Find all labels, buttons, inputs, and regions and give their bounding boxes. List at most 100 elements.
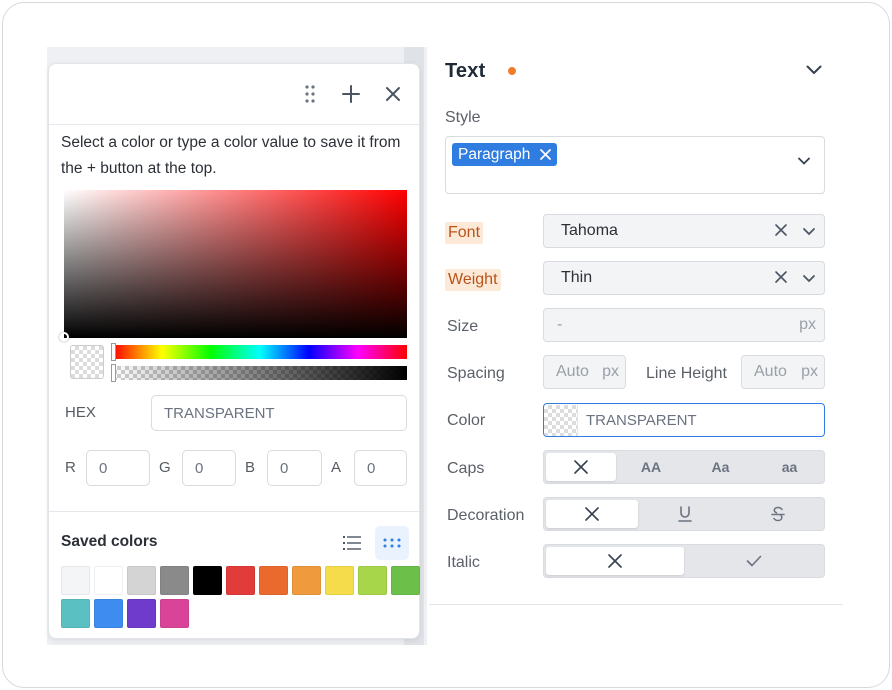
spacing-label: Spacing <box>447 365 505 382</box>
font-chevron-icon[interactable] <box>802 224 816 238</box>
saturation-value-area[interactable] <box>64 190 407 338</box>
weight-chevron-icon[interactable] <box>802 271 816 285</box>
italic-toggle-group <box>543 544 825 578</box>
size-unit: px <box>799 316 816 333</box>
hex-label: HEX <box>65 404 96 421</box>
alpha-slider[interactable] <box>113 366 407 380</box>
saved-color-swatch[interactable] <box>193 566 222 595</box>
collapse-chevron-icon[interactable] <box>803 59 825 81</box>
weight-clear-icon[interactable] <box>774 270 788 284</box>
saturation-handle[interactable] <box>59 332 69 342</box>
modified-indicator <box>508 67 516 75</box>
a-input[interactable]: 0 <box>354 450 407 486</box>
size-label: Size <box>447 318 479 335</box>
saved-color-swatch[interactable] <box>358 566 387 595</box>
g-input[interactable]: 0 <box>182 450 236 486</box>
color-swatch-transparent <box>544 404 578 436</box>
saved-color-swatch[interactable] <box>391 566 420 595</box>
decoration-none-button[interactable] <box>546 500 638 528</box>
underline-button[interactable] <box>638 500 731 528</box>
line-height-unit: px <box>801 363 818 380</box>
style-label: Style <box>445 109 481 126</box>
size-placeholder: - <box>557 316 563 333</box>
style-multiselect[interactable]: Paragraph <box>445 136 825 194</box>
saved-divider <box>49 511 419 512</box>
weight-label: Weight <box>445 269 501 291</box>
b-input[interactable]: 0 <box>267 450 322 486</box>
saved-color-swatch[interactable] <box>226 566 255 595</box>
saved-color-swatch[interactable] <box>127 566 156 595</box>
caps-lowercase-button[interactable]: aa <box>755 453 824 481</box>
saved-color-swatch[interactable] <box>127 599 156 628</box>
saved-color-swatch[interactable] <box>61 566 90 595</box>
spacing-input[interactable]: Auto px <box>543 355 626 389</box>
line-height-label: Line Height <box>646 365 727 382</box>
strikethrough-button[interactable] <box>731 500 824 528</box>
underline-icon <box>677 506 692 522</box>
italic-off-button[interactable] <box>546 547 684 575</box>
italic-on-button[interactable] <box>684 547 824 575</box>
caps-capitalize-button[interactable]: Aa <box>686 453 755 481</box>
grid-view-icon[interactable] <box>375 526 409 560</box>
none-x-icon <box>574 460 588 474</box>
saved-color-swatch[interactable] <box>160 566 189 595</box>
panel-title: Text <box>445 60 486 82</box>
none-x-icon <box>585 507 599 521</box>
text-settings-panel: Text Style Paragraph Font Tahoma Weight … <box>429 47 843 605</box>
weight-value: Thin <box>561 269 593 286</box>
saved-colors-title: Saved colors <box>61 533 158 550</box>
caps-none-button[interactable] <box>546 453 616 481</box>
saved-color-swatch[interactable] <box>160 599 189 628</box>
line-height-input[interactable]: Auto px <box>741 355 825 389</box>
color-picker-popup: Select a color or type a color value to … <box>48 63 420 639</box>
b-label: B <box>245 459 256 476</box>
style-dropdown-chevron-icon[interactable] <box>798 157 810 165</box>
decoration-toggle-group <box>543 497 825 531</box>
color-input[interactable]: TRANSPARENT <box>543 403 825 437</box>
font-value: Tahoma <box>561 222 618 239</box>
style-chip-label: Paragraph <box>458 145 531 163</box>
line-height-placeholder: Auto <box>754 363 787 380</box>
a-label: A <box>331 459 342 476</box>
caps-label: Caps <box>447 460 485 477</box>
style-chip[interactable]: Paragraph <box>452 143 558 166</box>
list-view-icon[interactable] <box>335 526 369 560</box>
decoration-label: Decoration <box>447 507 525 524</box>
caps-toggle-group: AA Aa aa <box>543 450 825 484</box>
picker-hint-text: Select a color or type a color value to … <box>61 134 401 177</box>
chip-remove-icon[interactable] <box>540 149 552 160</box>
strikethrough-icon <box>770 506 785 522</box>
saved-color-swatch[interactable] <box>94 566 123 595</box>
spacing-placeholder: Auto <box>556 363 589 380</box>
caps-uppercase-button[interactable]: AA <box>616 453 686 481</box>
saved-color-swatch[interactable] <box>259 566 288 595</box>
weight-select[interactable]: Thin <box>543 261 825 295</box>
hex-input[interactable]: TRANSPARENT <box>151 395 407 431</box>
font-label: Font <box>445 222 484 244</box>
spacing-unit: px <box>602 363 619 380</box>
color-value: TRANSPARENT <box>586 411 697 429</box>
g-label: G <box>159 459 171 476</box>
alpha-slider-handle[interactable] <box>111 364 116 382</box>
saved-color-swatch[interactable] <box>325 566 354 595</box>
hue-slider[interactable] <box>113 345 407 359</box>
font-select[interactable]: Tahoma <box>543 214 825 248</box>
drag-handle-icon[interactable] <box>298 82 322 106</box>
r-label: R <box>65 459 76 476</box>
plus-icon[interactable] <box>339 82 363 106</box>
saved-color-swatch[interactable] <box>94 599 123 628</box>
picker-header <box>49 64 419 125</box>
font-clear-icon[interactable] <box>774 223 788 237</box>
hue-slider-handle[interactable] <box>111 343 116 361</box>
check-icon <box>746 555 762 567</box>
none-x-icon <box>608 554 622 568</box>
window-frame: Select a color or type a color value to … <box>2 2 890 688</box>
saved-color-swatch[interactable] <box>61 599 90 628</box>
size-input[interactable]: - px <box>543 308 825 342</box>
color-label: Color <box>447 412 486 429</box>
close-icon[interactable] <box>381 82 405 106</box>
saved-color-swatch[interactable] <box>292 566 321 595</box>
italic-label: Italic <box>447 554 480 571</box>
r-input[interactable]: 0 <box>86 450 150 486</box>
current-color-preview <box>70 345 104 379</box>
